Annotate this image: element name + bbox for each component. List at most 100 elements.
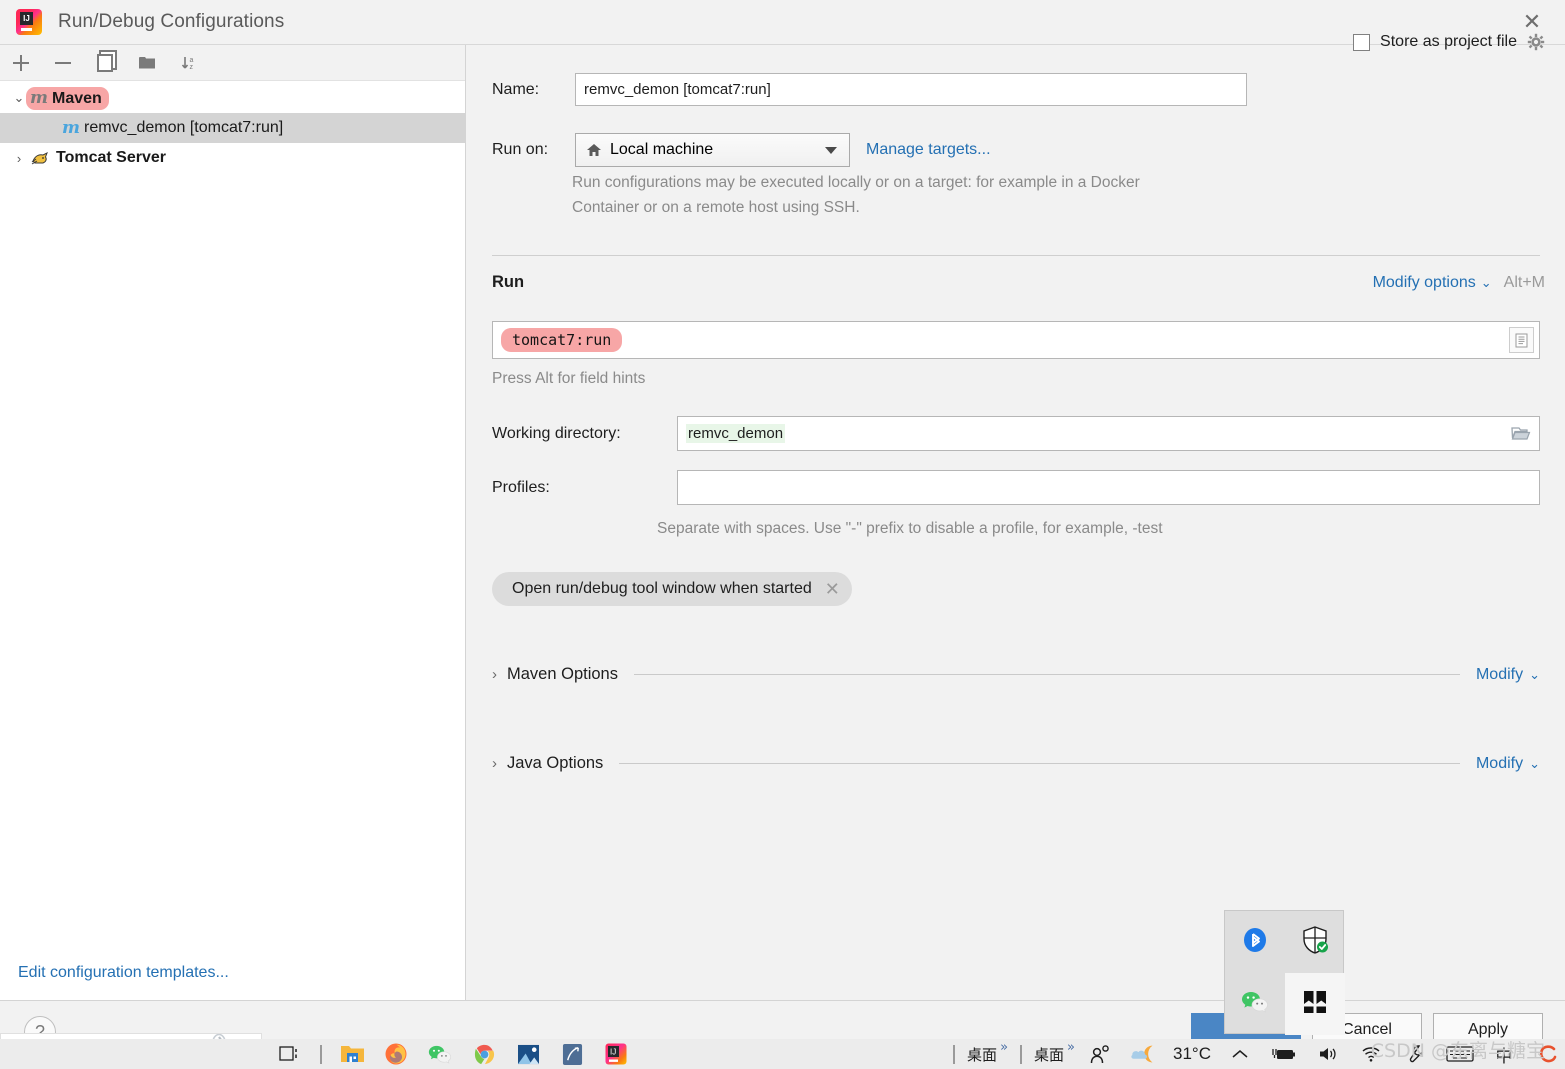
sort-alpha-icon[interactable]: a z (177, 51, 201, 75)
chevron-right-icon[interactable]: › (8, 151, 30, 166)
configurations-sidebar: a z ⌄ m Maven m remvc_demon [tomcat7:run]… (0, 45, 466, 1000)
weather-night-cloud-icon[interactable] (1130, 1041, 1160, 1067)
chevron-down-icon[interactable]: ⌄ (1529, 756, 1540, 772)
show-hidden-icons-chevron[interactable] (1225, 1041, 1255, 1067)
run-on-selected-value: Local machine (610, 141, 714, 158)
folder-add-icon[interactable] (135, 51, 159, 75)
tray-item-windows-security[interactable] (1285, 911, 1345, 973)
run-section-title: Run (492, 273, 525, 291)
network-icon[interactable] (1357, 1041, 1387, 1067)
wechat-icon[interactable] (425, 1041, 455, 1067)
gear-icon[interactable] (1527, 33, 1545, 51)
alt-field-hint: Press Alt for field hints (492, 370, 646, 387)
tray-item-bandizip[interactable] (1285, 973, 1345, 1035)
tray-overflow-popup (1224, 910, 1345, 1035)
wechat-icon (1241, 990, 1269, 1019)
run-debug-configurations-dialog: Run/Debug Configurations ✕ a z ⌄ mMaven (0, 0, 1565, 1069)
firefox-icon[interactable] (381, 1041, 411, 1067)
working-directory-row: Working directory: remvc_demon (492, 416, 1540, 451)
maven-m-icon: m (62, 118, 80, 138)
configuration-editor-panel: Name: remvc_demon [tomcat7:run] Run on: … (467, 45, 1565, 1000)
edit-configuration-templates-link[interactable]: Edit configuration templates... (18, 964, 229, 982)
chevron-expand-icon[interactable]: » (1000, 1040, 1008, 1055)
section-divider (492, 255, 1540, 256)
intellij-idea-icon[interactable]: IJ (601, 1041, 631, 1067)
expand-editor-icon[interactable] (1509, 327, 1534, 353)
goal-chip[interactable]: tomcat7:run (501, 328, 623, 352)
run-on-select[interactable]: Local machine (575, 133, 850, 167)
tree-group-tomcat-server[interactable]: › Tomcat Server (0, 143, 465, 173)
bandizip-icon (1301, 988, 1329, 1021)
people-icon[interactable] (1086, 1041, 1116, 1067)
taskbar-desktop-1[interactable]: 桌面 » (967, 1040, 1008, 1065)
ime-tool-icon[interactable] (1401, 1041, 1431, 1067)
store-as-project-file-label: Store as project file (1380, 33, 1517, 50)
taskbar-separator (1020, 1044, 1023, 1064)
option-chip-open-tool-window[interactable]: Open run/debug tool window when started … (492, 572, 852, 606)
folder-open-icon[interactable] (1511, 425, 1531, 442)
windows-taskbar: IJ 桌面 » 桌面 » 31°C 中 (0, 1039, 1565, 1069)
windows-security-shield-icon (1300, 925, 1330, 960)
section-title: Maven Options (507, 665, 618, 683)
intellij-idea-icon (16, 9, 42, 35)
volume-icon[interactable] (1313, 1041, 1343, 1067)
working-directory-label: Working directory: (492, 424, 621, 442)
modify-link[interactable]: Modify (1476, 755, 1523, 773)
chevron-right-icon[interactable]: › (492, 755, 497, 772)
sogou-icon[interactable] (1533, 1041, 1563, 1067)
title-bar: Run/Debug Configurations ✕ (0, 0, 1565, 45)
chevron-expand-icon[interactable]: » (1067, 1040, 1075, 1055)
tree-group-label: Tomcat Server (56, 149, 166, 166)
profiles-hint: Separate with spaces. Use "-" prefix to … (657, 520, 1163, 537)
chevron-down-icon[interactable] (825, 146, 837, 154)
modify-options-link[interactable]: Modify options (1373, 274, 1476, 291)
chevron-down-icon[interactable]: ⌄ (1481, 275, 1492, 290)
tray-item-wechat[interactable] (1225, 973, 1285, 1035)
manage-targets-link[interactable]: Manage targets... (866, 141, 991, 159)
keyboard-icon[interactable] (1445, 1041, 1475, 1067)
working-directory-input[interactable]: remvc_demon (677, 416, 1540, 451)
run-command-input[interactable]: tomcat7:run (492, 321, 1540, 359)
name-row: Name: remvc_demon [tomcat7:run] (492, 73, 1247, 106)
battery-icon[interactable] (1269, 1041, 1299, 1067)
taskbar-desktop-2[interactable]: 桌面 » (1034, 1040, 1075, 1065)
copy-icon[interactable] (93, 51, 117, 75)
modify-link[interactable]: Modify (1476, 666, 1523, 684)
tree-item-label: remvc_demon [tomcat7:run] (84, 119, 284, 136)
run-on-row: Run on: Local machine Manage targets... (492, 133, 991, 167)
ime-chinese-icon[interactable]: 中 (1489, 1041, 1519, 1067)
name-input[interactable]: remvc_demon [tomcat7:run] (575, 73, 1247, 106)
chrome-like-icon[interactable] (469, 1041, 499, 1067)
file-explorer-icon[interactable] (337, 1041, 367, 1067)
taskbar-separator (953, 1044, 956, 1064)
tray-item-bluetooth[interactable] (1225, 911, 1285, 973)
chevron-right-icon[interactable]: › (492, 666, 497, 683)
store-as-project-file-control[interactable]: Store as project file (1353, 33, 1545, 51)
task-view-icon[interactable] (275, 1041, 305, 1067)
section-title: Java Options (507, 754, 604, 772)
section-java-options[interactable]: › Java Options Modify ⌄ (492, 754, 1540, 773)
taskbar-separator (320, 1044, 322, 1064)
plus-icon[interactable] (9, 51, 33, 75)
svg-text:z: z (190, 64, 194, 71)
profiles-row: Profiles: (492, 470, 1540, 505)
section-maven-options[interactable]: › Maven Options Modify ⌄ (492, 665, 1540, 684)
profiles-input[interactable] (677, 470, 1540, 505)
tree-item-remvc-demon[interactable]: m remvc_demon [tomcat7:run] (0, 113, 465, 143)
photos-icon[interactable] (513, 1041, 543, 1067)
modify-options-control[interactable]: Modify options ⌄ Alt+M (1373, 274, 1545, 292)
working-directory-value: remvc_demon (686, 424, 786, 443)
tomcat-cat-icon (30, 149, 50, 167)
bluetooth-icon (1242, 927, 1268, 958)
home-icon (586, 142, 602, 158)
tree-group-maven[interactable]: ⌄ m Maven (0, 83, 465, 113)
store-as-project-file-checkbox[interactable] (1353, 33, 1371, 51)
run-on-label: Run on: (492, 141, 549, 158)
editor-icon[interactable] (557, 1041, 587, 1067)
chevron-down-icon[interactable]: ⌄ (1529, 667, 1540, 683)
run-on-hint: Run configurations may be executed local… (572, 174, 1140, 216)
minus-icon[interactable] (51, 51, 75, 75)
close-icon[interactable]: ✕ (825, 580, 840, 598)
option-chip-label: Open run/debug tool window when started (512, 580, 812, 597)
maven-group-highlight: m Maven (26, 86, 109, 110)
